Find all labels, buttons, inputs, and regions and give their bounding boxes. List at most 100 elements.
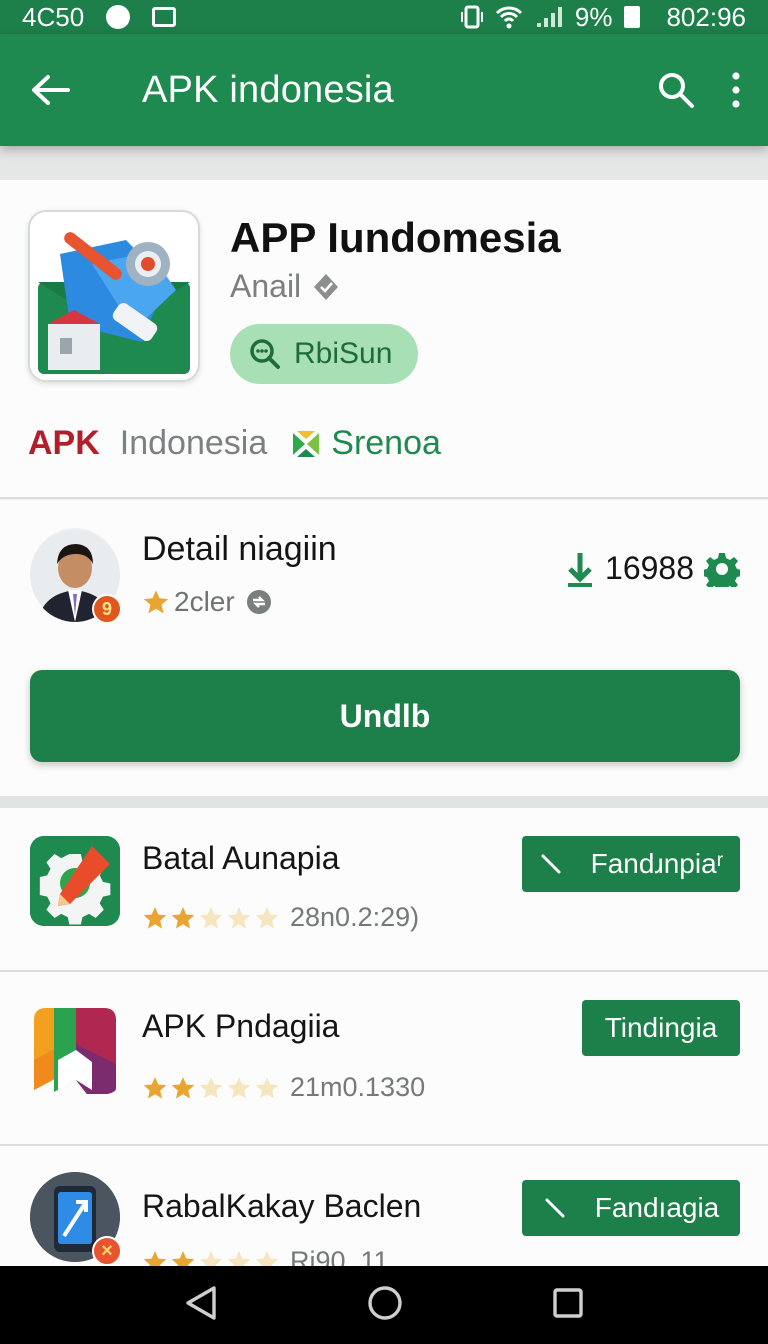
arrow-left-icon: [32, 75, 70, 105]
app-header-card: APP Iundomesia Anail RbiSun APK Indonesi…: [0, 180, 768, 498]
notification-icon: [106, 5, 131, 29]
list-item-button-label: Tindingia: [604, 1012, 718, 1043]
star-icon: [171, 1250, 195, 1266]
nav-recents-icon: [552, 1287, 583, 1318]
star-icon: [171, 1076, 195, 1099]
download-button[interactable]: Undlb: [30, 670, 740, 762]
star-icon: [143, 1076, 167, 1099]
app-list: Batal Aunapia 28n0.2:29) Fandɹnpiaʳ APK …: [0, 808, 768, 1266]
star-rating: [142, 1249, 280, 1266]
overflow-menu-button[interactable]: [726, 70, 746, 110]
verified-badge-icon: [314, 273, 339, 300]
star-empty-icon: [227, 1076, 251, 1099]
search-icon: [659, 73, 694, 108]
close-badge-icon: ×: [92, 1236, 122, 1266]
star-empty-icon: [199, 906, 223, 929]
rating-text: Ri90. 11: [290, 1246, 389, 1266]
rating-text: 21m0.1330: [290, 1072, 426, 1102]
star-empty-icon: [255, 906, 279, 929]
star-rating: [142, 1075, 280, 1101]
list-item-button-label: Fandɹnpiaʳ: [590, 848, 724, 879]
list-item-button[interactable]: Fandɹnpiaʳ: [522, 836, 740, 892]
list-item[interactable]: Batal Aunapia 28n0.2:29) Fandɹnpiaʳ: [0, 808, 768, 972]
nav-back-button[interactable]: [184, 1285, 218, 1326]
app-name: APP Iundomesia: [230, 214, 561, 261]
brand-tag[interactable]: Srenoa: [331, 424, 441, 463]
star-empty-icon: [199, 1250, 223, 1266]
star-rating: [142, 905, 280, 931]
rating-text: 28n0.2:29): [290, 902, 420, 932]
list-item[interactable]: × RabalKakay Baclen Ri90. 11 Fandıagia: [0, 1146, 768, 1266]
gear-pen-icon: [30, 836, 120, 926]
list-item[interactable]: APK Pndagiia 21m0.1330 Tindingia: [0, 972, 768, 1136]
slash-icon: [541, 854, 561, 874]
detail-rating: 2cler: [142, 586, 273, 618]
more-vert-icon: [732, 72, 740, 108]
star-icon: [143, 906, 167, 929]
developer-name: Anail: [230, 268, 302, 304]
status-left-text: 4C50: [22, 1, 85, 32]
list-item-title: RabalKakay Baclen: [142, 1188, 422, 1224]
list-item-icon: [30, 1004, 120, 1094]
list-item-icon: ×: [30, 1172, 122, 1266]
list-item-button[interactable]: Tindingia: [582, 1000, 740, 1056]
star-icon: [143, 590, 169, 614]
search-bubble-icon: [250, 339, 280, 369]
developer-row[interactable]: Anail: [230, 268, 341, 305]
avatar[interactable]: 9: [30, 528, 122, 624]
list-item-button[interactable]: Fandıagia: [522, 1180, 740, 1236]
app-bar: APK indonesia: [0, 34, 768, 146]
nav-back-icon: [186, 1285, 217, 1320]
list-item-title: APK Pndagiia: [142, 1008, 340, 1044]
star-empty-icon: [199, 1076, 223, 1099]
status-bar: 4C50 9% 802:96: [0, 0, 768, 34]
back-button[interactable]: [22, 62, 78, 118]
star-icon: [143, 1250, 167, 1266]
avatar-badge: 9: [92, 594, 122, 624]
chip-label: RbiSun: [294, 337, 393, 370]
detail-title: Detail niagiin: [142, 530, 337, 568]
slash-icon: [545, 1198, 565, 1218]
divider: [0, 497, 768, 499]
brand-sparkle-icon: [289, 427, 323, 461]
star-empty-icon: [255, 1250, 279, 1266]
search-button[interactable]: [656, 70, 696, 110]
star-empty-icon: [227, 906, 251, 929]
section-gap: [0, 146, 768, 180]
nav-home-button[interactable]: [367, 1285, 403, 1326]
list-item-rating: 28n0.2:29): [142, 902, 419, 933]
nav-recents-button[interactable]: [552, 1287, 584, 1324]
brand-apk: APK: [28, 424, 100, 462]
status-time: 802:96: [666, 1, 746, 32]
download-icon: [568, 552, 593, 587]
download-count-text: 16988: [605, 550, 694, 586]
app-logo-icon: [38, 232, 190, 374]
star-icon: [171, 906, 195, 929]
page-title: APK indonesia: [142, 68, 394, 111]
list-item-rating: Ri90. 11: [142, 1246, 389, 1266]
vibrate-icon: [460, 5, 483, 29]
category-chip[interactable]: RbiSun: [230, 324, 419, 384]
brand-row: APK Indonesia Srenoa: [28, 424, 441, 463]
nav-home-icon: [368, 1285, 402, 1320]
detail-section: 9 Detail niagiin 2cler 16988 Undlb: [0, 500, 768, 796]
detail-rating-text: 2cler: [174, 586, 235, 617]
battery-percent: 9%: [574, 1, 613, 32]
brand-indonesia: Indonesia: [119, 424, 268, 462]
navigation-bar: [0, 1266, 768, 1344]
gear-icon: [704, 552, 740, 587]
list-item-icon: [30, 836, 120, 926]
list-item-title: Batal Aunapia: [142, 840, 340, 876]
badge-icon: [246, 590, 271, 614]
star-empty-icon: [255, 1076, 279, 1099]
download-count: 16988: [565, 550, 740, 587]
signal-icon: [536, 7, 562, 27]
apk-logo-icon: [34, 1008, 116, 1094]
gallery-icon: [152, 7, 177, 27]
section-gap: [0, 796, 768, 808]
list-item-rating: 21m0.1330: [142, 1072, 425, 1103]
star-empty-icon: [227, 1250, 251, 1266]
app-icon[interactable]: [28, 210, 200, 382]
wifi-icon: [495, 6, 522, 29]
list-item-button-label: Fandıagia: [594, 1192, 720, 1223]
